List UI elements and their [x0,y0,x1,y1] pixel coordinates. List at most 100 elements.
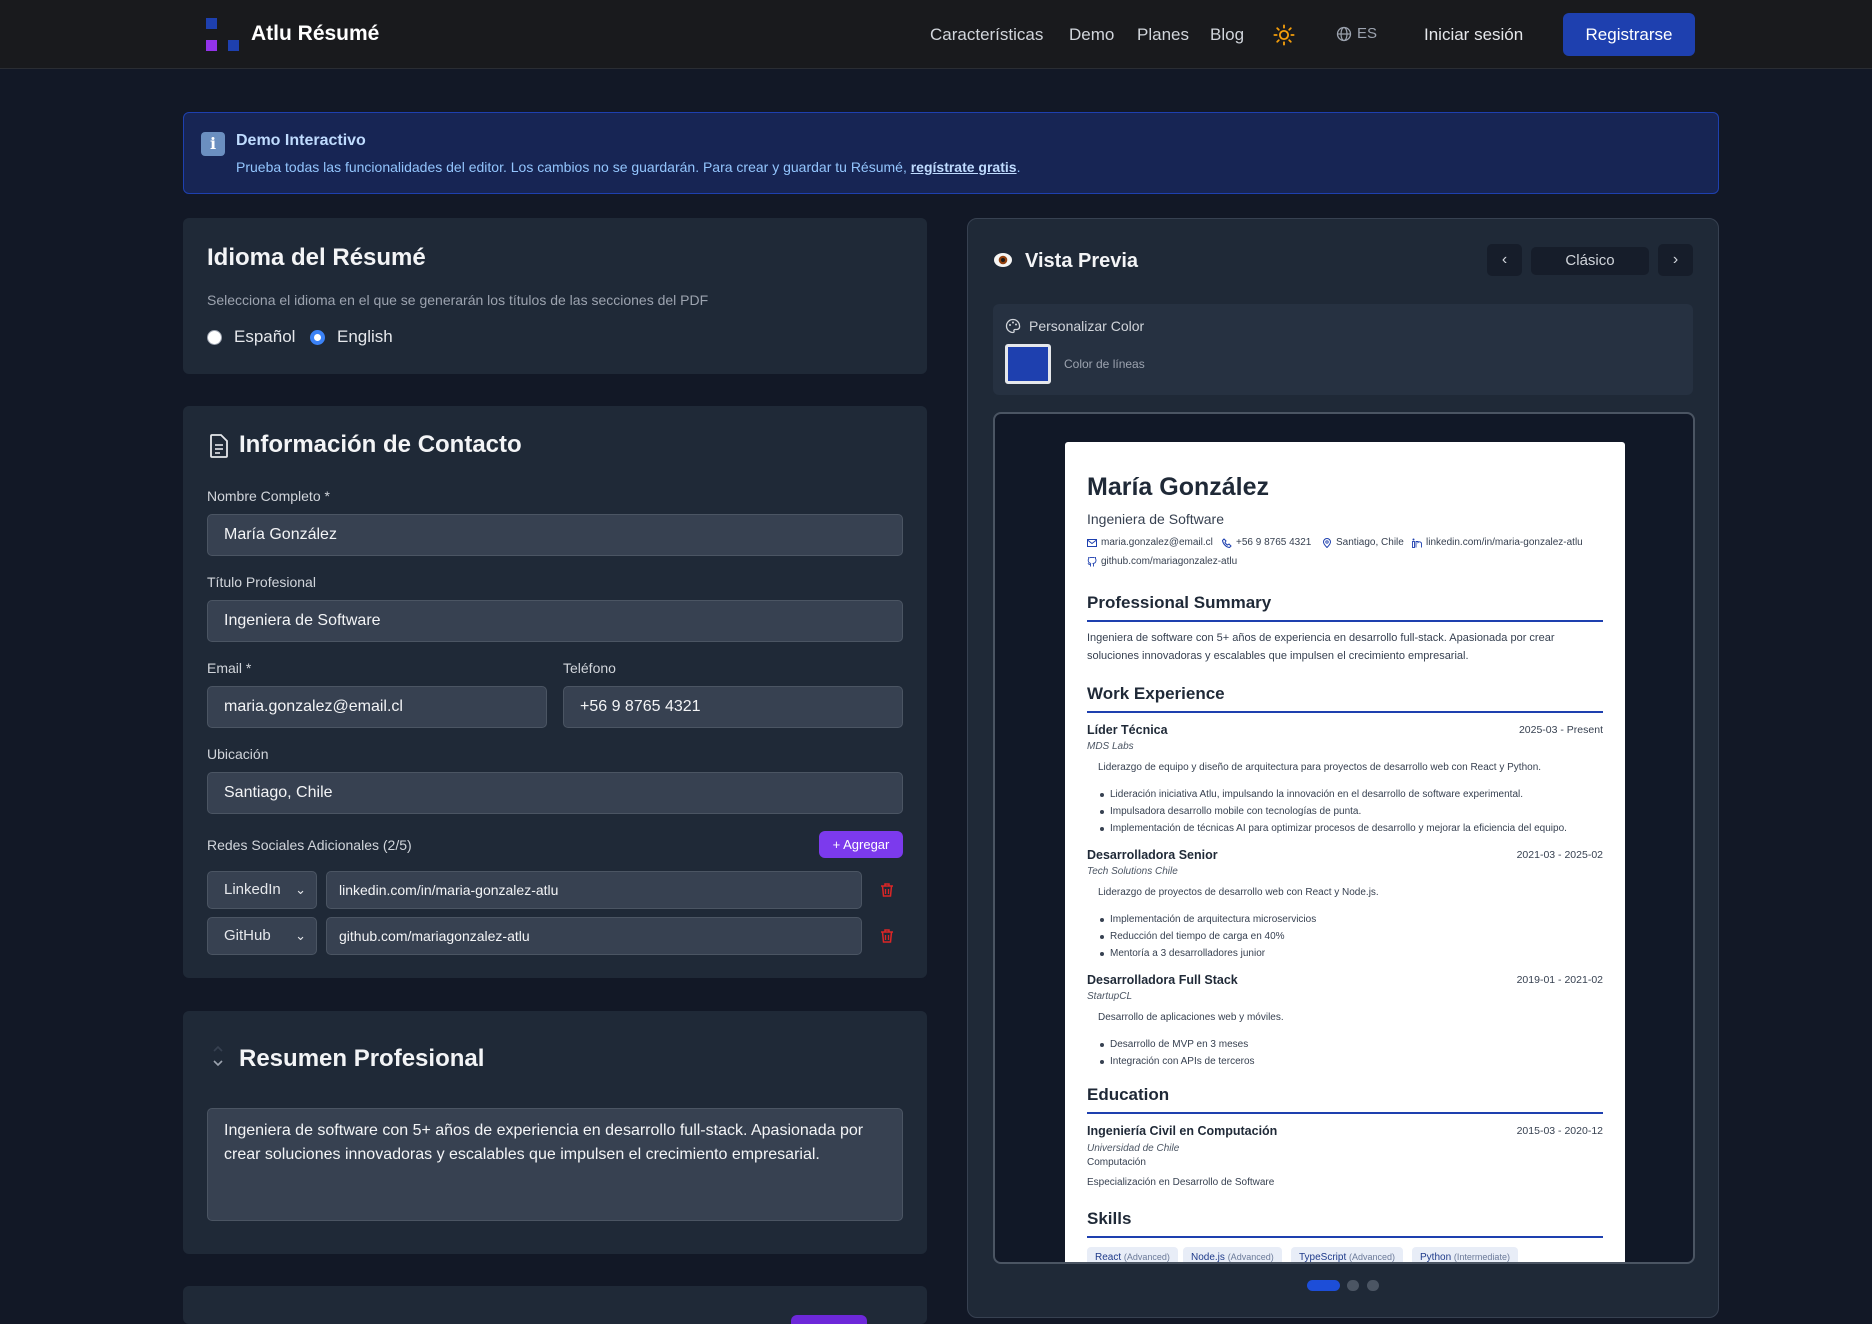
professional-summary-card: Resumen Profesional Ingeniera de softwar… [183,1011,927,1254]
mail-icon [1087,538,1097,547]
language-card-title: Idioma del Résumé [207,244,426,271]
skill-tag: React (Advanced) [1087,1247,1178,1262]
job-bullet: Reducción del tiempo de carga en 40% [1100,931,1285,942]
job-description: Liderazgo de equipo y diseño de arquitec… [1098,762,1542,773]
document-icon [210,434,228,458]
education-dates: 2015-03 - 2020-12 [1516,1125,1603,1137]
brand-name[interactable]: Atlu Résumé [251,22,379,46]
job-bullet: Lideración iniciativa Atlu, impulsando l… [1099,789,1524,800]
resume-name: María González [1087,473,1269,501]
template-dot[interactable] [1347,1280,1359,1291]
delete-social-1-trash-icon[interactable] [879,882,895,898]
reorder-arrows-icon[interactable] [211,1041,225,1071]
professional-title-label: Título Profesional [207,574,316,590]
section-action-button[interactable] [791,1315,867,1324]
resume-summary-heading: Professional Summary [1087,593,1272,612]
phone-label: Teléfono [563,660,616,676]
social-networks-label: Redes Sociales Adicionales (2/5) [207,837,412,853]
email-label: Email * [207,660,252,676]
job-title: Desarrolladora Senior [1087,848,1218,862]
job-bullet: Impulsadora desarrollo mobile con tecnol… [1099,806,1362,817]
job-dates: 2019-01 - 2021-02 [1516,974,1603,986]
next-section-card [183,1286,927,1324]
job-bullet: Implementación de arquitectura microserv… [1099,914,1317,925]
job-company: MDS Labs [1087,741,1134,752]
banner-text: Prueba todas las funcionalidades del edi… [236,159,1021,175]
line-color-picker[interactable] [1005,344,1051,384]
radio-spanish-label[interactable]: Español [234,327,295,347]
resume-linkedin: linkedin.com/in/maria-gonzalez-atlu [1412,537,1583,548]
job-company: Tech Solutions Chile [1087,866,1178,877]
template-dot[interactable] [1367,1280,1379,1291]
email-input[interactable] [207,686,547,728]
login-link[interactable]: Iniciar sesión [1424,25,1523,45]
skill-tag: TypeScript (Advanced) [1291,1247,1404,1262]
professional-title-input[interactable] [207,600,903,642]
nav-link-features[interactable]: Características [930,25,1043,45]
top-navbar: Atlu Résumé Características Demo Planes … [0,0,1872,69]
signup-button[interactable]: Registrarse [1563,13,1695,56]
nav-link-blog[interactable]: Blog [1210,25,1244,45]
radio-english[interactable] [310,330,325,345]
radio-english-label[interactable]: English [337,327,393,347]
template-dot-active[interactable] [1307,1280,1340,1291]
job-description: Desarrollo de aplicaciones web y móviles… [1098,1012,1284,1023]
template-name: Clásico [1531,247,1649,275]
job-bullet: Implementación de técnicas AI para optim… [1100,823,1567,834]
social-url-input-1[interactable] [326,871,862,909]
summary-card-title: Resumen Profesional [239,1045,485,1072]
contact-card-title: Información de Contacto [239,431,522,458]
customize-color-label: Personalizar Color [1029,318,1145,334]
summary-textarea[interactable]: Ingeniera de software con 5+ años de exp… [207,1108,903,1221]
chevron-down-icon: ⌄ [295,882,306,897]
skill-tag: Node.js (Advanced) [1183,1247,1282,1262]
job-title: Líder Técnica [1087,723,1168,737]
radio-spanish[interactable] [207,330,222,345]
resume-skills-heading: Skills [1087,1209,1132,1228]
job-title: Desarrolladora Full Stack [1087,973,1238,987]
linkedin-icon [1412,538,1422,548]
chevron-down-icon: ⌄ [295,928,306,943]
language-card-subtitle: Selecciona el idioma en el que se genera… [207,292,709,308]
map-pin-icon [1322,537,1332,548]
social-url-input-2[interactable] [326,917,862,955]
phone-input[interactable] [563,686,903,728]
next-template-chevron-right-icon[interactable]: › [1658,244,1693,276]
palette-icon [1005,318,1021,334]
register-free-link[interactable]: regístrate gratis [911,159,1017,175]
resume-page: María González Ingeniera de Software mar… [1065,442,1625,1262]
resume-summary-text: Ingeniera de software con 5+ años de exp… [1087,632,1555,662]
color-customizer: Personalizar Color Color de líneas [993,304,1693,395]
eye-icon [994,253,1012,267]
nav-link-plans[interactable]: Planes [1137,25,1189,45]
education-school: Universidad de Chile [1087,1143,1180,1154]
location-input[interactable] [207,772,903,814]
resume-language-card: Idioma del Résumé Selecciona el idioma e… [183,218,927,374]
social-network-select-1[interactable]: LinkedIn ⌄ [207,871,317,909]
language-selector[interactable]: ES [1336,25,1377,42]
prev-template-chevron-left-icon[interactable]: ‹ [1487,244,1522,276]
job-dates: 2021-03 - 2025-02 [1516,849,1603,861]
delete-social-2-trash-icon[interactable] [879,928,895,944]
job-bullet: Mentoría a 3 desarrolladores junior [1099,948,1266,959]
resume-email: maria.gonzalez@email.cl [1087,537,1213,548]
language-code: ES [1357,25,1378,42]
nav-link-demo[interactable]: Demo [1069,25,1114,45]
resume-preview-frame[interactable]: María González Ingeniera de Software mar… [993,412,1695,1264]
resume-location: Santiago, Chile [1322,537,1404,548]
social-network-select-2[interactable]: GitHub ⌄ [207,917,317,955]
section-divider [1087,1236,1603,1238]
section-divider [1087,711,1603,713]
line-color-label: Color de líneas [1064,357,1145,371]
theme-toggle-sun-icon[interactable] [1273,24,1295,46]
phone-icon [1222,537,1232,548]
job-description: Liderazgo de proyectos de desarrollo web… [1098,887,1379,898]
resume-role: Ingeniera de Software [1087,511,1224,527]
preview-panel: Vista Previa ‹ Clásico › Personalizar Co… [967,218,1719,1318]
add-social-button[interactable]: + Agregar [819,831,903,858]
brand-logo-icon[interactable] [206,18,240,52]
job-dates: 2025-03 - Present [1518,724,1603,736]
full-name-input[interactable] [207,514,903,556]
full-name-label: Nombre Completo * [207,488,330,504]
banner-title: Demo Interactivo [236,132,366,149]
